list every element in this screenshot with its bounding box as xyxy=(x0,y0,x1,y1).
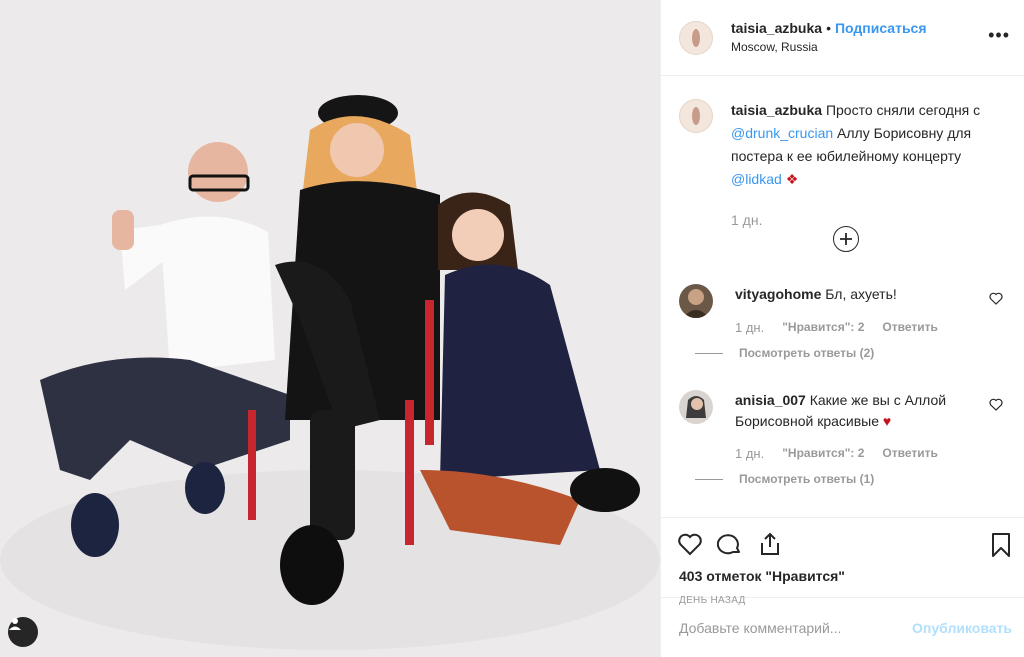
view-replies-label[interactable]: Посмотреть ответы (1) xyxy=(739,472,874,486)
comment-time[interactable]: 1 дн. xyxy=(735,446,764,461)
comments-list: taisia_azbuka Просто сняли сегодня с @dr… xyxy=(661,76,1024,517)
caption-username[interactable]: taisia_azbuka xyxy=(731,102,822,118)
caption-text: Просто сняли сегодня с xyxy=(825,102,981,118)
bookmark-icon[interactable] xyxy=(990,532,1012,558)
reply-button[interactable]: Ответить xyxy=(882,320,937,335)
view-replies-button[interactable]: Посмотреть ответы (2) xyxy=(695,346,874,360)
emoji-icon: ❖ xyxy=(785,171,799,187)
separator-dot: • xyxy=(826,20,831,36)
location-link[interactable]: Moscow, Russia xyxy=(731,38,927,56)
commenter-avatar[interactable] xyxy=(679,284,713,318)
avatar[interactable] xyxy=(679,20,713,55)
commenter-avatar[interactable] xyxy=(679,390,713,424)
more-options-icon[interactable]: ••• xyxy=(988,26,1010,44)
comment-item: vityagohome Бл, ахуеть! 1 дн. "Нравится"… xyxy=(679,284,1009,374)
tagged-people-button[interactable] xyxy=(8,617,38,647)
author-username[interactable]: taisia_azbuka xyxy=(731,20,822,36)
post-header: taisia_azbuka • Подписаться Moscow, Russia… xyxy=(661,0,1024,76)
post-timestamp[interactable]: ДЕНЬ НАЗАД xyxy=(679,595,746,606)
post-actions: 403 отметок "Нравится" ДЕНЬ НАЗАД xyxy=(661,517,1024,606)
follow-button[interactable]: Подписаться xyxy=(835,20,927,36)
plus-icon xyxy=(840,233,852,245)
reply-button[interactable]: Ответить xyxy=(882,446,937,461)
comment-icon[interactable] xyxy=(717,532,743,556)
heart-icon[interactable] xyxy=(989,398,1003,411)
heart-icon[interactable] xyxy=(989,292,1003,305)
photo-illustration xyxy=(0,0,660,657)
add-comment-bar: Добавьте комментарий... Опубликовать xyxy=(661,597,1024,657)
user-icon xyxy=(9,618,21,630)
post-sidebar: taisia_azbuka • Подписаться Moscow, Russia… xyxy=(660,0,1024,657)
comment-item: anisia_007 Какие же вы с Аллой Борисовно… xyxy=(679,390,1009,490)
share-icon[interactable] xyxy=(757,532,783,556)
comment-username[interactable]: anisia_007 xyxy=(735,392,806,408)
mention-link[interactable]: @lidkad xyxy=(731,171,782,187)
post-photo[interactable] xyxy=(0,0,660,657)
comment-likes[interactable]: "Нравится": 2 xyxy=(782,446,864,461)
heart-icon[interactable] xyxy=(677,532,703,556)
view-replies-button[interactable]: Посмотреть ответы (1) xyxy=(695,472,874,486)
caption-avatar[interactable] xyxy=(679,99,713,133)
divider-line xyxy=(695,478,723,480)
caption-time[interactable]: 1 дн. xyxy=(731,209,1008,232)
publish-button[interactable]: Опубликовать xyxy=(912,620,1012,636)
heart-emoji-icon: ♥ xyxy=(882,413,892,429)
comment-time[interactable]: 1 дн. xyxy=(735,320,764,335)
mention-link[interactable]: @drunk_crucian xyxy=(731,125,833,141)
comment-text: Бл, ахуеть! xyxy=(825,286,897,302)
likes-count[interactable]: 403 отметок "Нравится" xyxy=(679,568,845,584)
divider-line xyxy=(695,352,723,354)
load-more-comments-button[interactable] xyxy=(833,226,859,252)
comment-likes[interactable]: "Нравится": 2 xyxy=(782,320,864,335)
comment-username[interactable]: vityagohome xyxy=(735,286,821,302)
view-replies-label[interactable]: Посмотреть ответы (2) xyxy=(739,346,874,360)
caption: taisia_azbuka Просто сняли сегодня с @dr… xyxy=(661,76,1024,232)
comment-input[interactable]: Добавьте комментарий... xyxy=(679,620,841,636)
